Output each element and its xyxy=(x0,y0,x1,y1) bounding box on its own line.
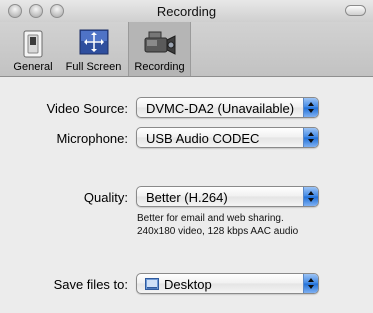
switch-icon xyxy=(21,29,45,62)
quality-description-line1: Better for email and web sharing. xyxy=(137,213,284,224)
toolbar-toggle-button[interactable] xyxy=(345,5,366,16)
save-files-label: Save files to: xyxy=(53,277,128,292)
tab-full-screen-label: Full Screen xyxy=(65,61,122,73)
camcorder-icon xyxy=(143,29,177,60)
video-source-value: DVMC-DA2 (Unavailable) xyxy=(146,101,295,116)
fullscreen-icon xyxy=(79,29,109,58)
microphone-value: USB Audio CODEC xyxy=(146,131,260,146)
tab-full-screen[interactable]: Full Screen xyxy=(60,22,127,76)
title-bar[interactable]: Recording xyxy=(0,0,373,22)
quality-label: Quality: xyxy=(83,190,128,205)
toolbar: General Full Screen Recording xyxy=(0,22,373,77)
popup-arrows-icon xyxy=(303,187,318,206)
popup-arrows-icon xyxy=(303,98,318,117)
tab-general[interactable]: General xyxy=(6,22,60,76)
tab-recording[interactable]: Recording xyxy=(128,22,191,76)
desktop-folder-icon xyxy=(145,277,159,290)
save-location-value: Desktop xyxy=(164,277,212,292)
preferences-window: Recording General Full Screen Recording … xyxy=(0,0,373,313)
microphone-row: Microphone: USB Audio CODEC xyxy=(0,127,373,151)
video-source-popup[interactable]: DVMC-DA2 (Unavailable) xyxy=(136,97,319,118)
quality-popup[interactable]: Better (H.264) xyxy=(136,186,319,207)
microphone-label: Microphone: xyxy=(56,131,128,146)
microphone-popup[interactable]: USB Audio CODEC xyxy=(136,127,319,148)
popup-arrows-icon xyxy=(303,274,318,293)
save-location-popup[interactable]: Desktop xyxy=(136,273,319,294)
video-source-row: Video Source: DVMC-DA2 (Unavailable) xyxy=(0,97,373,121)
quality-value: Better (H.264) xyxy=(146,190,228,205)
video-source-label: Video Source: xyxy=(46,101,128,116)
window-title: Recording xyxy=(156,4,217,19)
quality-description-line2: 240x180 video, 128 kbps AAC audio xyxy=(137,226,299,237)
tab-recording-label: Recording xyxy=(134,61,185,73)
tab-general-label: General xyxy=(13,61,53,73)
quality-row: Quality: Better (H.264) xyxy=(0,186,373,210)
popup-arrows-icon xyxy=(303,128,318,147)
save-files-row: Save files to: Desktop xyxy=(0,273,373,297)
